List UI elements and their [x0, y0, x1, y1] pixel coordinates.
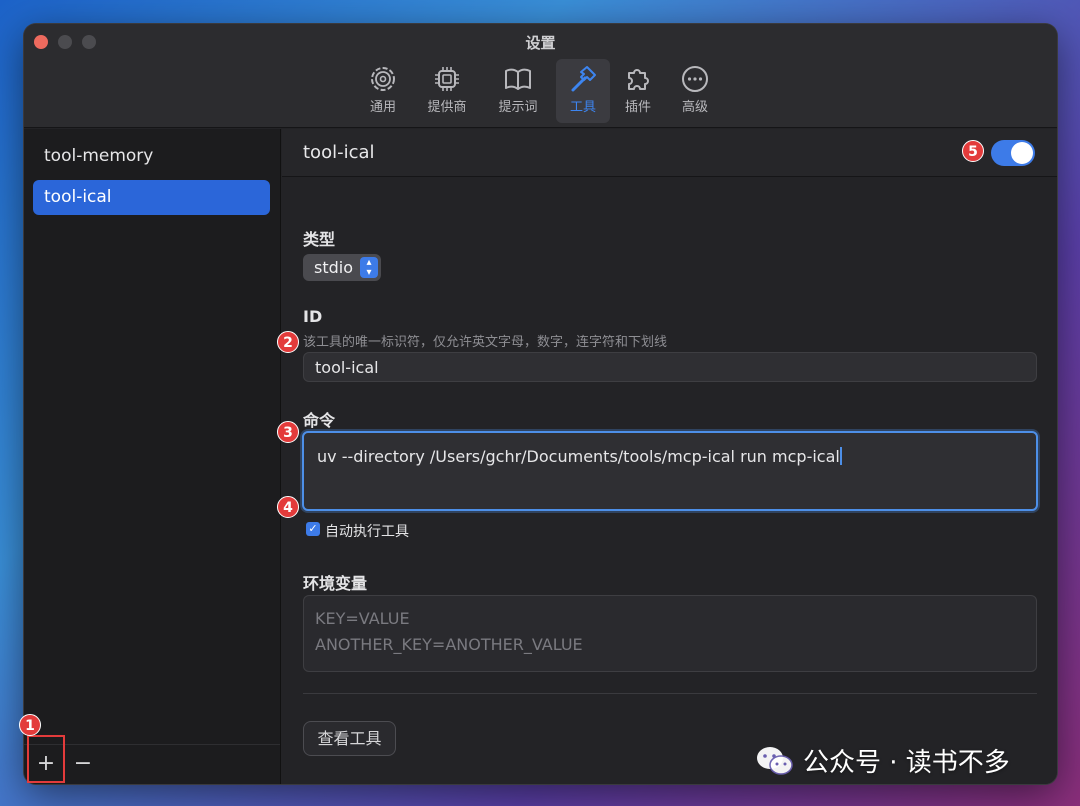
- id-field[interactable]: tool-ical: [303, 352, 1037, 382]
- tab-plugins-label: 插件: [624, 100, 651, 115]
- tab-general-label: 通用: [369, 100, 396, 115]
- detail-header: tool-ical: [282, 129, 1057, 177]
- auto-execute-label: 自动执行工具: [325, 524, 409, 540]
- watermark: 公众号 · 读书不多: [755, 742, 1010, 779]
- tools-sidebar: tool-memory tool-ical + −: [24, 129, 281, 784]
- auto-execute-checkbox[interactable]: ✓: [306, 522, 320, 536]
- env-placeholder-line1: KEY=VALUE: [315, 609, 410, 628]
- annotation-badge-3: 3: [277, 421, 299, 443]
- tab-advanced-label: 高级: [681, 100, 708, 115]
- command-label: 命令: [303, 411, 336, 430]
- titlebar: 设置 通用 提供商 提示词 工具 插件 高级: [24, 24, 1057, 128]
- watermark-text: 公众号 · 读书不多: [803, 748, 1010, 778]
- type-label: 类型: [303, 230, 336, 249]
- text-cursor: [839, 447, 842, 465]
- highlight-box: [27, 735, 65, 783]
- command-field[interactable]: uv --directory /Users/gchr/Documents/too…: [302, 431, 1038, 511]
- tab-tools-label: 工具: [569, 100, 596, 115]
- settings-window: 设置 通用 提供商 提示词 工具 插件 高级 tool-memory tool-…: [24, 24, 1057, 784]
- tab-advanced[interactable]: 高级: [668, 59, 722, 123]
- hammer-icon: [571, 66, 596, 92]
- id-label: ID: [303, 307, 323, 326]
- sidebar-item-tool-ical[interactable]: tool-ical: [33, 180, 270, 215]
- chevron-up-down-icon: ▴ ▾: [360, 257, 378, 278]
- type-select-value: stdio: [314, 258, 353, 277]
- id-help-text: 该工具的唯一标识符，仅允许英文字母，数字，连字符和下划线: [303, 335, 668, 350]
- gear-icon: [371, 67, 395, 91]
- remove-tool-button[interactable]: −: [70, 749, 96, 779]
- tab-prompts-label: 提示词: [498, 100, 538, 115]
- settings-toolbar: 通用 提供商 提示词 工具 插件 高级: [24, 59, 1057, 125]
- tool-enabled-toggle[interactable]: [991, 140, 1035, 166]
- env-field[interactable]: KEY=VALUE ANOTHER_KEY=ANOTHER_VALUE: [303, 595, 1037, 672]
- tool-detail-panel: tool-ical 类型 stdio ▴ ▾ ID 该工具的唯一标识符，仅允许英文…: [282, 129, 1057, 784]
- divider: [303, 693, 1037, 694]
- annotation-badge-2: 2: [277, 331, 299, 353]
- tool-title: tool-ical: [303, 142, 375, 163]
- tab-providers[interactable]: 提供商: [420, 59, 474, 123]
- window-title: 设置: [525, 34, 556, 52]
- tab-prompts[interactable]: 提示词: [491, 59, 545, 123]
- toggle-knob: [1011, 142, 1033, 164]
- env-placeholder-line2: ANOTHER_KEY=ANOTHER_VALUE: [315, 635, 583, 654]
- ellipsis-circle-icon: [682, 66, 708, 92]
- tab-plugins[interactable]: 插件: [611, 59, 665, 123]
- annotation-badge-4: 4: [277, 496, 299, 518]
- puzzle-icon: [628, 69, 649, 90]
- env-label: 环境变量: [303, 574, 368, 593]
- tab-general[interactable]: 通用: [356, 59, 410, 123]
- chip-icon: [435, 67, 459, 91]
- tab-providers-label: 提供商: [427, 100, 467, 115]
- wechat-icon: [757, 746, 793, 775]
- sidebar-item-tool-memory[interactable]: tool-memory: [33, 139, 270, 174]
- book-icon: [505, 68, 531, 90]
- command-text: uv --directory /Users/gchr/Documents/too…: [317, 447, 840, 466]
- tab-tools[interactable]: 工具: [556, 59, 610, 123]
- view-tools-button[interactable]: 查看工具: [303, 721, 396, 756]
- annotation-badge-1: 1: [19, 714, 41, 736]
- annotation-badge-5: 5: [962, 140, 984, 162]
- type-select[interactable]: stdio ▴ ▾: [303, 254, 381, 281]
